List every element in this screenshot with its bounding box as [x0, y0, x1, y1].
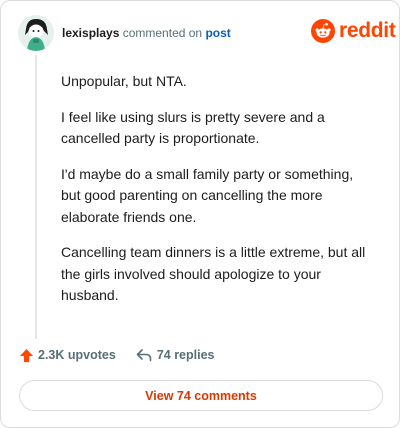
- comment-stats: 2.3K upvotes 74 replies: [19, 346, 215, 364]
- comment-paragraph: Cancelling team dinners is a little extr…: [61, 244, 366, 303]
- post-link[interactable]: post: [205, 26, 230, 40]
- thread-line: [35, 55, 37, 339]
- upvote-button[interactable]: 2.3K upvotes: [19, 348, 116, 363]
- reply-count: 74 replies: [156, 348, 215, 362]
- reply-arrow-icon: [136, 349, 152, 362]
- avatar[interactable]: [18, 15, 54, 51]
- comment-body: Unpopular, but NTA. I feel like using sl…: [61, 71, 369, 321]
- header-action-text: commented on: [122, 26, 203, 40]
- comment-paragraph: I'd maybe do a small family party or som…: [61, 165, 354, 225]
- comment-header: lexisplays commented on post: [62, 26, 231, 40]
- upvote-count: 2.3K upvotes: [38, 348, 116, 362]
- reddit-snoo-icon: [311, 19, 335, 43]
- avatar-image: [18, 15, 54, 51]
- view-comments-button[interactable]: View 74 comments: [19, 380, 383, 411]
- reddit-logo[interactable]: reddit: [311, 19, 396, 43]
- username-link[interactable]: lexisplays: [62, 26, 119, 40]
- comment-paragraph: I feel like using slurs is pretty severe…: [61, 108, 325, 147]
- reddit-wordmark: reddit: [339, 19, 396, 42]
- replies-button[interactable]: 74 replies: [136, 348, 215, 362]
- comment-card: lexisplays commented on post reddit Unpo…: [0, 0, 400, 428]
- upvote-arrow-icon: [19, 348, 34, 362]
- view-comments-label: View 74 comments: [145, 388, 257, 403]
- comment-paragraph: Unpopular, but NTA.: [61, 73, 187, 89]
